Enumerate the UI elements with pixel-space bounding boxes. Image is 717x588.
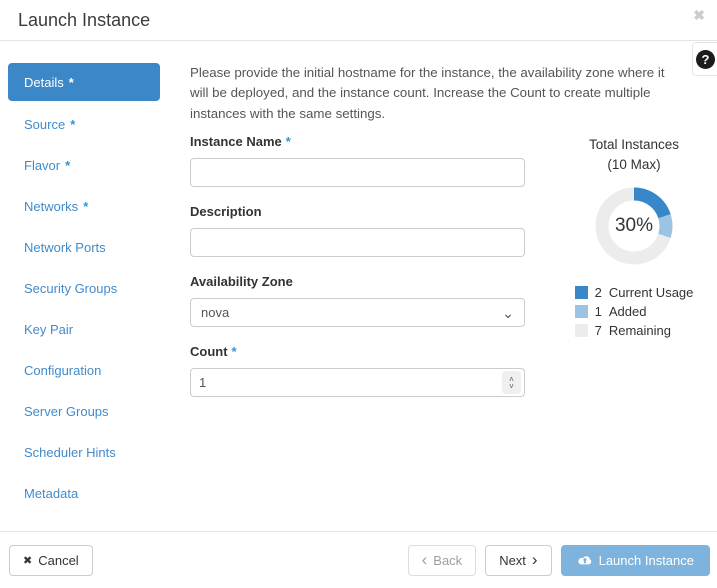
modal-header: Launch Instance ✖ bbox=[0, 0, 717, 41]
count-field-group: Count* ˄ ˅ bbox=[190, 344, 525, 397]
chevron-down-icon: ⌄ bbox=[502, 306, 514, 320]
required-asterisk: * bbox=[65, 158, 70, 173]
legend-swatch bbox=[575, 305, 588, 318]
stepper-down-icon: ˅ bbox=[509, 383, 514, 390]
back-button[interactable]: ‹ Back bbox=[408, 545, 477, 576]
instance-name-field-group: Instance Name* bbox=[190, 134, 525, 187]
help-button[interactable]: ? bbox=[692, 42, 717, 76]
chevron-right-icon: › bbox=[532, 553, 538, 567]
launch-instance-modal: Launch Instance ✖ ? Details*Source*Flavo… bbox=[0, 0, 717, 588]
legend-value: 7 bbox=[595, 323, 602, 338]
sidebar-item-details[interactable]: Details * bbox=[8, 63, 160, 101]
total-instances-donut: 30% bbox=[592, 184, 676, 268]
cloud-upload-icon bbox=[577, 554, 593, 566]
cancel-x-icon: ✖ bbox=[23, 554, 32, 567]
sidebar-item-label: Scheduler Hints bbox=[24, 445, 116, 460]
sidebar-item-key-pair[interactable]: Key Pair bbox=[8, 309, 190, 350]
modal-footer: ✖ Cancel ‹ Back Next › Launch Instance bbox=[0, 531, 717, 588]
chart-legend: 2 Current Usage 1 Added 7 Remaining bbox=[575, 283, 694, 340]
intro-text: Please provide the initial hostname for … bbox=[190, 63, 686, 124]
sidebar-item-label: Metadata bbox=[24, 486, 78, 501]
chevron-left-icon: ‹ bbox=[422, 553, 428, 567]
availability-zone-select[interactable]: nova ⌄ bbox=[190, 298, 525, 327]
modal-body: Details * Source * Flavor * Networks * Network P… bbox=[0, 41, 717, 514]
sidebar-item-label: Details bbox=[24, 75, 64, 90]
chart-subtitle: (10 Max) bbox=[559, 155, 709, 175]
legend-value: 2 bbox=[595, 285, 602, 300]
availability-zone-label: Availability Zone bbox=[190, 274, 525, 289]
count-input[interactable] bbox=[190, 368, 525, 397]
legend-swatch bbox=[575, 324, 588, 337]
next-button[interactable]: Next › bbox=[485, 545, 551, 576]
sidebar-item-configuration[interactable]: Configuration bbox=[8, 350, 190, 391]
details-step-content: Please provide the initial hostname for … bbox=[190, 63, 709, 514]
availability-zone-value: nova bbox=[201, 305, 229, 320]
required-asterisk: * bbox=[83, 199, 88, 214]
sidebar-item-flavor[interactable]: Flavor * bbox=[8, 145, 190, 186]
sidebar-item-security-groups[interactable]: Security Groups bbox=[8, 268, 190, 309]
sidebar-item-source[interactable]: Source * bbox=[8, 104, 190, 145]
donut-percent-label: 30% bbox=[592, 184, 676, 268]
launch-instance-button[interactable]: Launch Instance bbox=[561, 545, 710, 576]
sidebar-item-server-groups[interactable]: Server Groups bbox=[8, 391, 190, 432]
sidebar-item-label: Network Ports bbox=[24, 240, 106, 255]
sidebar-item-label: Source bbox=[24, 117, 65, 132]
wizard-nav: Details * Source * Flavor * Networks * Network P… bbox=[8, 63, 190, 514]
total-instances-panel: Total Instances (10 Max) 30% 2 Current Us… bbox=[559, 134, 709, 414]
count-label: Count* bbox=[190, 344, 525, 359]
legend-label: Remaining bbox=[609, 323, 671, 338]
sidebar-item-label: Server Groups bbox=[24, 404, 109, 419]
required-asterisk: * bbox=[69, 75, 74, 90]
sidebar-item-label: Flavor bbox=[24, 158, 60, 173]
count-stepper[interactable]: ˄ ˅ bbox=[502, 371, 521, 394]
legend-value: 1 bbox=[595, 304, 602, 319]
chart-title: Total Instances bbox=[559, 135, 709, 155]
description-field-group: Description bbox=[190, 204, 525, 257]
description-label: Description bbox=[190, 204, 525, 219]
cancel-button[interactable]: ✖ Cancel bbox=[9, 545, 93, 576]
instance-name-input[interactable] bbox=[190, 158, 525, 187]
legend-swatch bbox=[575, 286, 588, 299]
sidebar-item-label: Security Groups bbox=[24, 281, 117, 296]
details-form: Instance Name* Description Availability … bbox=[190, 134, 525, 414]
help-icon: ? bbox=[696, 50, 715, 69]
legend-item-current-usage: 2 Current Usage bbox=[575, 283, 694, 302]
availability-zone-field-group: Availability Zone nova ⌄ bbox=[190, 274, 525, 327]
required-asterisk: * bbox=[232, 344, 237, 359]
sidebar-item-label: Networks bbox=[24, 199, 78, 214]
description-input[interactable] bbox=[190, 228, 525, 257]
sidebar-item-label: Configuration bbox=[24, 363, 101, 378]
instance-name-label: Instance Name* bbox=[190, 134, 525, 149]
sidebar-item-label: Key Pair bbox=[24, 322, 73, 337]
legend-item-added: 1 Added bbox=[575, 302, 694, 321]
legend-label: Added bbox=[609, 304, 647, 319]
sidebar-item-scheduler-hints[interactable]: Scheduler Hints bbox=[8, 432, 190, 473]
legend-label: Current Usage bbox=[609, 285, 694, 300]
sidebar-item-metadata[interactable]: Metadata bbox=[8, 473, 190, 514]
required-asterisk: * bbox=[70, 117, 75, 132]
legend-item-remaining: 7 Remaining bbox=[575, 321, 694, 340]
sidebar-item-network-ports[interactable]: Network Ports bbox=[8, 227, 190, 268]
close-icon[interactable]: ✖ bbox=[693, 7, 705, 24]
page-title: Launch Instance bbox=[0, 0, 717, 31]
required-asterisk: * bbox=[286, 134, 291, 149]
sidebar-item-networks[interactable]: Networks * bbox=[8, 186, 190, 227]
